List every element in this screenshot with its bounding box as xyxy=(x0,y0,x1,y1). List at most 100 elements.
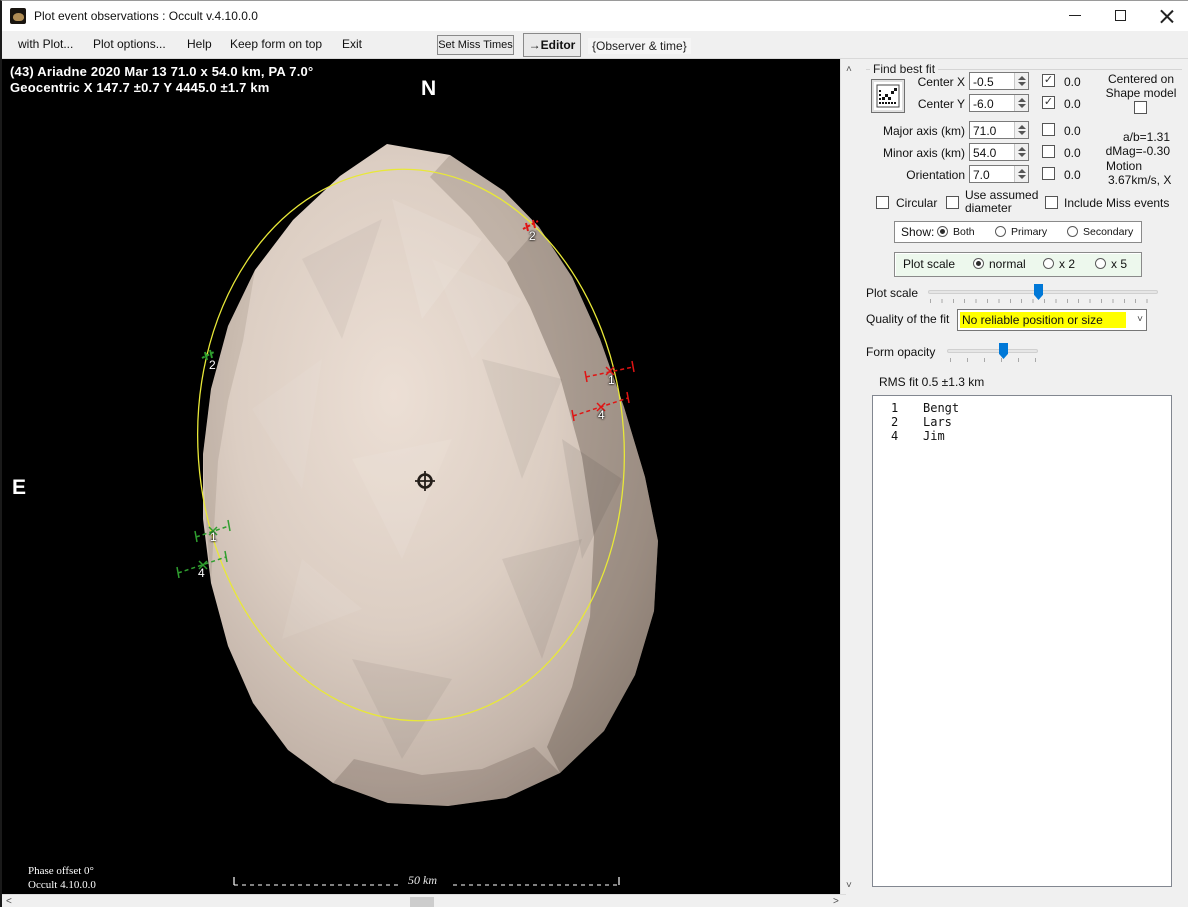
center-x-checkbox[interactable]: ✓ xyxy=(1042,74,1055,87)
occultation-plot-canvas xyxy=(2,59,840,894)
center-x-label: Center X xyxy=(865,75,965,89)
event-title: (43) Ariadne 2020 Mar 13 71.0 x 54.0 km,… xyxy=(10,64,313,79)
menu-exit[interactable]: Exit xyxy=(342,37,362,51)
minor-axis-label: Minor axis (km) xyxy=(865,146,965,160)
chord-label-green-1: 1 xyxy=(210,530,217,544)
plot-horizontal-scrollbar[interactable]: ˂ ˃ xyxy=(2,894,846,907)
scroll-down-icon[interactable]: ˅ xyxy=(846,881,852,891)
centered-on-shape-checkbox[interactable] xyxy=(1134,101,1147,114)
center-y-residual: 0.0 xyxy=(1064,97,1081,111)
editor-button[interactable]: →Editor xyxy=(523,33,581,57)
include-miss-events-label: Include Miss events xyxy=(1064,196,1169,210)
motion-value: 3.67km/s, X xyxy=(1108,173,1171,187)
scale-bar-label: 50 km xyxy=(408,873,437,888)
show-primary-radio[interactable] xyxy=(995,226,1006,237)
center-y-input[interactable]: -6.0 xyxy=(969,94,1029,112)
geocentric-coords: Geocentric X 147.7 ±0.7 Y 4445.0 ±1.7 km xyxy=(10,80,270,95)
minor-axis-input[interactable]: 54.0 xyxy=(969,143,1029,161)
menu-plot-options[interactable]: Plot options... xyxy=(93,37,166,51)
orientation-label: Orientation xyxy=(865,168,965,182)
rms-fit-label: RMS fit 0.5 ±1.3 km xyxy=(879,375,984,389)
menu-bar: with Plot... Plot options... Help Keep f… xyxy=(2,31,1188,59)
control-panel: Find best fit Center X -0.5 ✓ 0.0 Center… xyxy=(858,59,1188,907)
circular-label: Circular xyxy=(896,196,937,210)
asteroid-shape-model xyxy=(203,144,658,806)
form-opacity-slider-ticks xyxy=(950,358,1036,362)
observer-time-label: {Observer & time} xyxy=(588,38,691,54)
title-bar: Plot event observations : Occult v.4.10.… xyxy=(2,1,1188,31)
plot-scale-slider-track[interactable] xyxy=(928,290,1158,294)
occult-version-label: Occult 4.10.0.0 xyxy=(28,879,96,891)
menu-help[interactable]: Help xyxy=(187,37,212,51)
menu-with-plot[interactable]: with Plot... xyxy=(18,37,73,51)
minor-axis-spinner[interactable] xyxy=(1014,144,1028,160)
plot-scale-slider-label: Plot scale xyxy=(866,286,918,300)
plot-scale-radio-group: Plot scale normal x 2 x 5 xyxy=(894,252,1142,277)
quality-of-fit-dropdown[interactable]: No reliable position or size ˅ xyxy=(957,309,1147,331)
orientation-spinner[interactable] xyxy=(1014,166,1028,182)
scroll-up-icon[interactable]: ˄ xyxy=(846,65,852,75)
axis-ratio-label: a/b=1.31 xyxy=(1098,130,1170,144)
plot-scale-group-label: Plot scale xyxy=(903,257,955,271)
plot-scale-slider-ticks xyxy=(930,299,1158,303)
phase-offset-label: Phase offset 0° xyxy=(28,865,94,877)
plot-area[interactable]: (43) Ariadne 2020 Mar 13 71.0 x 54.0 km,… xyxy=(2,59,840,894)
center-x-input[interactable]: -0.5 xyxy=(969,72,1029,90)
use-assumed-diameter-checkbox[interactable] xyxy=(946,196,959,209)
plot-scale-slider-thumb[interactable] xyxy=(1034,284,1043,300)
center-y-spinner[interactable] xyxy=(1014,95,1028,111)
use-assumed-diameter-label: Use assumed diameter xyxy=(965,189,1038,215)
observer-row[interactable]: 2 Lars xyxy=(873,415,1171,429)
center-x-spinner[interactable] xyxy=(1014,73,1028,89)
major-axis-label: Major axis (km) xyxy=(865,124,965,138)
form-opacity-label: Form opacity xyxy=(866,345,935,359)
horizontal-scrollbar-thumb[interactable] xyxy=(410,897,434,907)
show-both-radio[interactable] xyxy=(937,226,948,237)
centered-on-shape-label: Centered on Shape model xyxy=(1096,72,1186,100)
chord-label-green-2: 2 xyxy=(209,358,216,372)
major-axis-checkbox[interactable] xyxy=(1042,123,1055,136)
close-button[interactable] xyxy=(1144,1,1188,31)
maximize-button[interactable] xyxy=(1098,1,1144,31)
plot-vertical-scrollbar[interactable]: ˄ ˅ xyxy=(840,59,858,894)
plot-scale-x2-label: x 2 xyxy=(1059,257,1075,271)
major-axis-spinner[interactable] xyxy=(1014,122,1028,138)
dmag-label: dMag=-0.30 xyxy=(1094,144,1170,158)
plot-scale-normal-radio[interactable] xyxy=(973,258,984,269)
form-opacity-slider-thumb[interactable] xyxy=(999,343,1008,359)
orientation-input[interactable]: 7.0 xyxy=(969,165,1029,183)
minimize-icon xyxy=(1069,15,1081,16)
show-radio-group: Show: Both Primary Secondary xyxy=(894,221,1142,243)
plot-scale-x5-radio[interactable] xyxy=(1095,258,1106,269)
plot-scale-x5-label: x 5 xyxy=(1111,257,1127,271)
show-secondary-label: Secondary xyxy=(1083,226,1133,238)
center-y-checkbox[interactable]: ✓ xyxy=(1042,96,1055,109)
chevron-down-icon: ˅ xyxy=(1137,314,1143,325)
plot-scale-x2-radio[interactable] xyxy=(1043,258,1054,269)
observer-row[interactable]: 1 Bengt xyxy=(873,401,1171,415)
east-label: E xyxy=(12,476,26,500)
include-miss-events-checkbox[interactable] xyxy=(1045,196,1058,209)
plot-scale-normal-label: normal xyxy=(989,257,1026,271)
app-icon xyxy=(10,8,26,24)
form-opacity-slider-track[interactable] xyxy=(947,349,1038,353)
circular-checkbox[interactable] xyxy=(876,196,889,209)
orientation-checkbox[interactable] xyxy=(1042,167,1055,180)
minimize-button[interactable] xyxy=(1052,1,1098,31)
window-title: Plot event observations : Occult v.4.10.… xyxy=(34,9,258,23)
observers-listbox[interactable]: 1 Bengt 2 Lars 4 Jim xyxy=(872,395,1172,887)
show-label: Show: xyxy=(901,225,934,239)
observer-row[interactable]: 4 Jim xyxy=(873,429,1171,443)
find-best-fit-legend: Find best fit xyxy=(870,62,938,76)
set-miss-times-button[interactable]: Set Miss Times xyxy=(437,35,514,55)
chord-label-green-4: 4 xyxy=(198,566,205,580)
menu-keep-on-top[interactable]: Keep form on top xyxy=(230,37,322,51)
show-both-label: Both xyxy=(953,226,975,238)
scroll-right-icon[interactable]: ˃ xyxy=(833,897,839,907)
orientation-residual: 0.0 xyxy=(1064,168,1081,182)
center-y-label: Center Y xyxy=(865,97,965,111)
minor-axis-checkbox[interactable] xyxy=(1042,145,1055,158)
scroll-left-icon[interactable]: ˂ xyxy=(6,897,12,907)
major-axis-input[interactable]: 71.0 xyxy=(969,121,1029,139)
show-secondary-radio[interactable] xyxy=(1067,226,1078,237)
